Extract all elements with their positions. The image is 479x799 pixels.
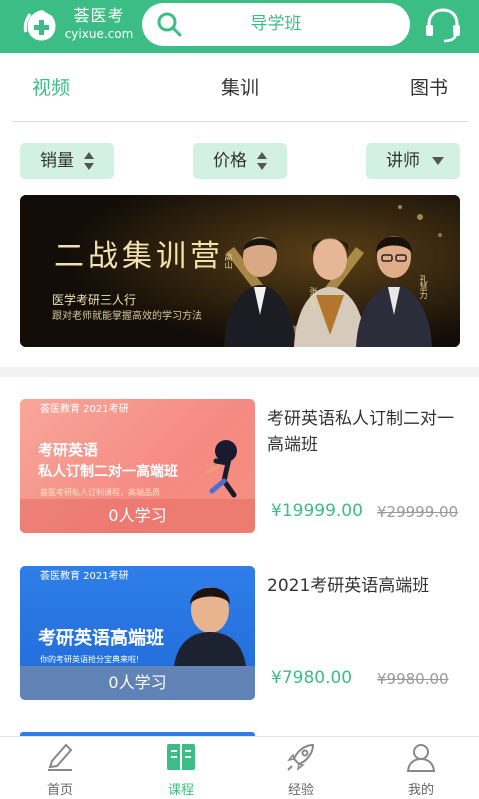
course-price: ¥7980.00 <box>271 668 353 688</box>
tab-book[interactable]: 图书 <box>410 75 448 101</box>
thumb-line-2: 私人订制二对一高端班 <box>38 464 178 480</box>
nav-experience[interactable]: 经验 <box>261 737 341 799</box>
course-thumbnail: 荟医教育 2021考研 考研英语 私人订制二对一高端班 荟医考研私人订制课程，高… <box>20 399 255 533</box>
tabs-divider <box>12 121 469 122</box>
search-bar[interactable]: 导学班 <box>142 3 410 46</box>
nav-mine[interactable]: 我的 <box>381 737 461 799</box>
top-header: 荟医考 cyixue.com 导学班 <box>0 0 479 53</box>
banner-subtitle: 医学考研三人行 <box>52 293 137 307</box>
course-title[interactable]: 2021考研英语高端班 <box>267 573 462 599</box>
thumb-note: 荟医考研私人订制课程，高端品质 <box>40 488 160 497</box>
thumb-note: 你的考研英语抢分宝典来啦! <box>40 655 140 664</box>
teacher-name-2: 张远方 <box>309 287 318 311</box>
nav-experience-label: 经验 <box>287 783 314 798</box>
nav-home[interactable]: 首页 <box>20 737 100 799</box>
edit-icon <box>48 743 73 771</box>
headset-icon[interactable] <box>424 7 462 43</box>
course-original-price: ¥9980.00 <box>377 670 449 688</box>
course-card[interactable]: 荟医教育 2021考研 考研英语高端班 你的考研英语抢分宝典来啦! 0人学习 2… <box>20 566 459 702</box>
course-price: ¥19999.00 <box>271 501 363 521</box>
thumb-line-1: 考研英语 <box>38 441 99 459</box>
filter-price-label: 价格 <box>213 151 247 171</box>
course-title[interactable]: 考研英语私人订制二对一高端班 <box>267 406 462 458</box>
sort-icon <box>84 152 94 170</box>
user-icon <box>406 744 436 772</box>
runner-illustration <box>204 440 237 498</box>
logo-domain: cyixue.com <box>64 27 134 41</box>
logo-name: 荟医考 <box>73 6 125 25</box>
learner-count: 0人学习 <box>20 666 255 700</box>
thumb-headline: 考研英语 私人订制二对一高端班 <box>38 439 178 483</box>
search-placeholder: 导学班 <box>250 14 302 34</box>
thumb-header: 荟医教育 2021考研 <box>40 404 129 415</box>
filter-price-button[interactable]: 价格 <box>193 143 287 179</box>
chevron-down-icon <box>432 157 444 165</box>
promo-banner[interactable]: 二战集训营 医学考研三人行 跟对老师就能掌握高效的学习方法 高山 张远方 孔慧力 <box>20 195 460 347</box>
tab-camp[interactable]: 集训 <box>221 75 259 101</box>
nav-home-label: 首页 <box>46 783 73 798</box>
search-icon <box>157 12 182 37</box>
filter-teacher-button[interactable]: 讲师 <box>366 143 460 179</box>
thumb-headline: 考研英语高端班 <box>38 628 164 649</box>
book-icon <box>167 744 195 770</box>
filter-sales-button[interactable]: 销量 <box>20 143 114 179</box>
tab-video[interactable]: 视频 <box>32 75 70 101</box>
banner-tagline: 跟对老师就能掌握高效的学习方法 <box>52 311 202 322</box>
teacher-name-1: 高山 <box>224 253 233 269</box>
section-divider <box>0 367 479 377</box>
banner-title: 二战集训营 <box>54 239 224 274</box>
thumb-header: 荟医教育 2021考研 <box>40 571 129 582</box>
course-card[interactable]: 荟医教育 2021考研 考研英语 私人订制二对一高端班 荟医考研私人订制课程，高… <box>20 399 459 535</box>
course-original-price: ¥29999.00 <box>377 503 459 521</box>
filter-sales-label: 销量 <box>40 151 74 171</box>
teacher-photo <box>174 587 246 666</box>
logo-icon <box>23 10 56 41</box>
logo-text: 荟医考 cyixue.com <box>64 6 134 42</box>
sort-icon <box>257 152 267 170</box>
bottom-navigation: 首页 课程 经验 我的 <box>0 736 479 799</box>
category-tabs: 视频 集训 图书 <box>0 53 479 123</box>
filter-teacher-label: 讲师 <box>386 151 420 171</box>
learner-count: 0人学习 <box>20 499 255 533</box>
rocket-icon <box>287 743 315 771</box>
nav-course[interactable]: 课程 <box>141 737 221 799</box>
teacher-name-3: 孔慧力 <box>419 275 428 299</box>
nav-mine-label: 我的 <box>407 783 434 798</box>
course-thumbnail: 荟医教育 2021考研 考研英语高端班 你的考研英语抢分宝典来啦! 0人学习 <box>20 566 255 700</box>
nav-course-label: 课程 <box>167 783 194 798</box>
